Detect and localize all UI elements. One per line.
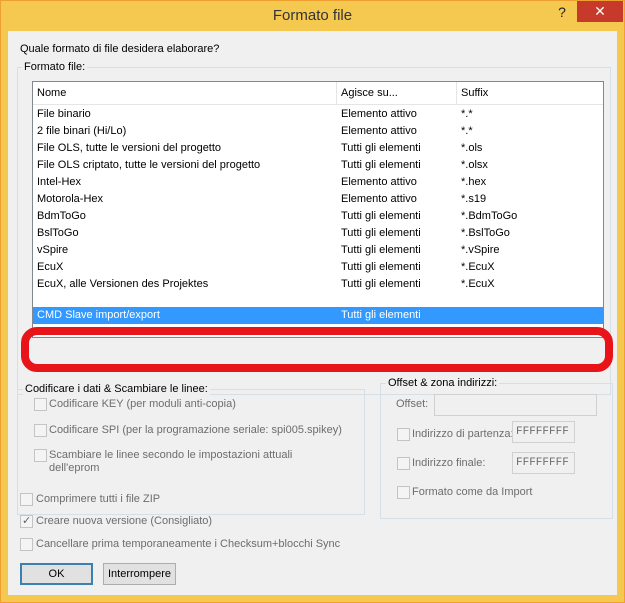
cell-suffix: *.hex <box>461 176 487 188</box>
cell-name: vSpire <box>37 244 69 256</box>
offset-label: Offset: <box>396 398 429 410</box>
cell-scope: Elemento attivo <box>341 125 417 137</box>
offset-group-label: Offset & zona indirizzi: <box>386 377 500 389</box>
cell-suffix: *.ols <box>461 142 483 154</box>
checksum-label: Cancellare prima temporaneamente i Check… <box>36 538 341 550</box>
table-row[interactable]: EcuX Tutti gli elementi *.EcuX <box>33 259 603 276</box>
import-format-label: Formato come da Import <box>412 486 533 498</box>
cell-scope: Tutti gli elementi <box>341 159 421 171</box>
cell-name: EcuX, alle Versionen des Projektes <box>37 278 209 290</box>
cell-name: File OLS criptato, tutte le versioni del… <box>37 159 261 171</box>
table-row[interactable]: EcuX, alle Versionen des Projektes Tutti … <box>33 276 603 293</box>
swap-lines-label-2: dell'eprom <box>49 462 100 474</box>
encode-spi-label: Codificare SPI (per la programazione ser… <box>49 424 342 436</box>
table-row[interactable]: Motorola-Hex Elemento attivo *.s19 <box>33 191 603 208</box>
list-header: Nome Agisce su... Suffix <box>33 82 603 105</box>
end-address-label: Indirizzo finale: <box>412 457 486 469</box>
swap-lines-label-1: Scambiare le linee secondo le impostazio… <box>49 449 293 461</box>
cell-suffix: *.s19 <box>461 193 487 205</box>
new-version-label: Creare nuova versione (Consigliato) <box>36 515 213 527</box>
encode-key-checkbox[interactable] <box>34 398 47 411</box>
cell-suffix: *.EcuX <box>461 261 495 273</box>
zip-label: Comprimere tutti i file ZIP <box>36 493 161 505</box>
cell-scope: Tutti gli elementi <box>341 142 421 154</box>
cancel-button[interactable]: Interrompere <box>103 563 176 585</box>
table-row[interactable]: File OLS, tutte le versioni del progetto… <box>33 140 603 157</box>
cell-name: EcuX <box>37 261 64 273</box>
cell-name: BdmToGo <box>37 210 86 222</box>
checkmark-icon: ✓ <box>22 515 32 527</box>
format-list[interactable]: Nome Agisce su... Suffix File binario Ele… <box>32 81 604 338</box>
cell-suffix: *.olsx <box>461 159 488 171</box>
title-bar[interactable]: Formato file ? ✕ <box>1 1 624 31</box>
checksum-checkbox[interactable] <box>20 538 33 551</box>
column-header-suffix[interactable]: Suffix <box>457 82 603 104</box>
cell-suffix: *.EcuX <box>461 278 495 290</box>
start-address-label: Indirizzo di partenza: <box>412 428 514 440</box>
cell-name: 2 file binari (Hi/Lo) <box>37 125 127 137</box>
offset-input[interactable] <box>434 394 597 416</box>
cell-scope: Tutti gli elementi <box>341 278 421 290</box>
column-header-scope[interactable]: Agisce su... <box>337 82 457 104</box>
cell-scope: Tutti gli elementi <box>341 309 421 321</box>
format-group-label: Formato file: <box>22 61 88 73</box>
cell-name: Intel-Hex <box>37 176 82 188</box>
table-row[interactable]: 2 file binari (Hi/Lo) Elemento attivo *.* <box>33 123 603 140</box>
table-row[interactable]: BdmToGo Tutti gli elementi *.BdmToGo <box>33 208 603 225</box>
prompt-label: Quale formato di file desidera elaborare… <box>20 43 220 55</box>
help-icon[interactable]: ? <box>549 4 575 24</box>
table-row[interactable]: File OLS criptato, tutte le versioni del… <box>33 157 603 174</box>
cell-name: CMD Slave import/export <box>37 309 160 321</box>
cell-suffix: *.BslToGo <box>461 227 510 239</box>
cell-suffix: *.vSpire <box>461 244 500 256</box>
cell-scope: Tutti gli elementi <box>341 227 421 239</box>
encode-key-label: Codificare KEY (per moduli anti-copia) <box>49 398 236 410</box>
cell-name: BslToGo <box>37 227 79 239</box>
cell-scope: Elemento attivo <box>341 176 417 188</box>
dialog-body: Quale formato di file desidera elaborare… <box>8 31 617 595</box>
table-row[interactable]: CMD Slave import/export Tutti gli element… <box>33 307 603 324</box>
import-format-checkbox[interactable] <box>397 486 410 499</box>
cell-name: File binario <box>37 108 91 120</box>
start-address-input[interactable]: FFFFFFFF <box>512 421 575 443</box>
cell-name: Motorola-Hex <box>37 193 104 205</box>
table-row[interactable]: File binario Elemento attivo *.* <box>33 106 603 123</box>
cell-scope: Elemento attivo <box>341 193 417 205</box>
zip-checkbox[interactable] <box>20 493 33 506</box>
new-version-checkbox[interactable]: ✓ <box>20 515 33 528</box>
start-address-checkbox[interactable] <box>397 428 410 441</box>
cell-scope: Tutti gli elementi <box>341 261 421 273</box>
window-title: Formato file <box>272 7 353 24</box>
cell-suffix: *.* <box>461 108 473 120</box>
column-header-name[interactable]: Nome <box>33 82 337 104</box>
cell-name: File OLS, tutte le versioni del progetto <box>37 142 222 154</box>
cell-scope: Tutti gli elementi <box>341 244 421 256</box>
ok-button[interactable]: OK <box>20 563 93 585</box>
dialog-window: Formato file ? ✕ Quale formato di file d… <box>0 0 625 603</box>
highlight-outline <box>21 327 613 372</box>
table-row[interactable]: Intel-Hex Elemento attivo *.hex <box>33 174 603 191</box>
swap-lines-checkbox[interactable] <box>34 449 47 462</box>
encode-group-label: Codificare i dati & Scambiare le linee: <box>23 383 210 395</box>
close-icon[interactable]: ✕ <box>577 1 623 22</box>
end-address-checkbox[interactable] <box>397 457 410 470</box>
encode-spi-checkbox[interactable] <box>34 424 47 437</box>
end-address-input[interactable]: FFFFFFFF <box>512 452 575 474</box>
table-row[interactable]: BslToGo Tutti gli elementi *.BslToGo <box>33 225 603 242</box>
cell-suffix: *.* <box>461 125 473 137</box>
cell-scope: Elemento attivo <box>341 108 417 120</box>
table-row[interactable]: vSpire Tutti gli elementi *.vSpire <box>33 242 603 259</box>
cell-suffix: *.BdmToGo <box>461 210 518 222</box>
cell-scope: Tutti gli elementi <box>341 210 421 222</box>
